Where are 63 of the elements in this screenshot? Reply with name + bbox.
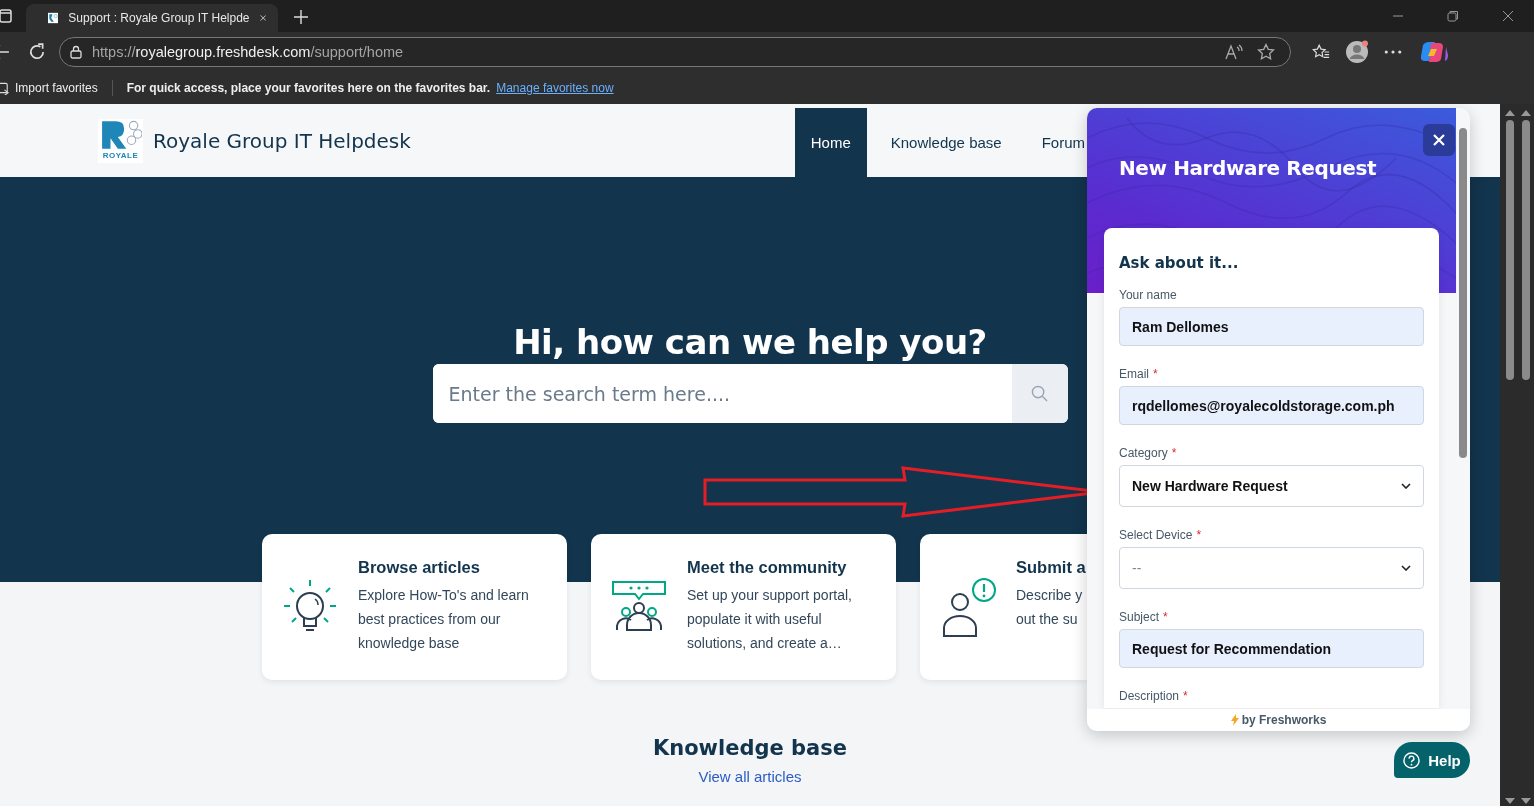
card-description: Describe y out the su — [1016, 586, 1083, 629]
site-logo-icon — [48, 10, 59, 26]
view-all-link[interactable]: View all articles — [698, 768, 802, 785]
card-title: Submit a — [1016, 558, 1086, 577]
powered-by-text: by Freshworks — [1241, 713, 1327, 727]
dropdown-field[interactable]: New Hardware Request — [1119, 465, 1424, 507]
card-description: Set up your support portal, populate it with useful solutions, and create a… — [687, 586, 852, 653]
refresh-icon[interactable] — [28, 43, 46, 61]
close-icon[interactable] — [1502, 10, 1514, 22]
required-mark: * — [1183, 689, 1188, 703]
hero-heading: Hi, how can we help you? — [513, 322, 987, 362]
feature-card[interactable]: Browse articles Explore How-To's and learn best practices from our knowledge base — [262, 534, 567, 680]
field-label: Your name — [1119, 288, 1177, 302]
help-button[interactable]: Help — [1394, 742, 1470, 778]
text-field[interactable]: Ram Dellomes — [1119, 307, 1424, 346]
profile-avatar-icon[interactable] — [1345, 40, 1369, 64]
field-label: Description — [1119, 689, 1180, 703]
text-field[interactable]: Request for Recommendation — [1119, 629, 1424, 668]
feature-card[interactable]: Submit a Describe y out the su — [920, 534, 1087, 680]
royale-logo[interactable]: ROYALE — [98, 118, 143, 163]
required-mark: * — [1196, 528, 1202, 542]
dropdown-field[interactable]: -- — [1119, 547, 1424, 589]
widget-title: New Hardware Request — [1119, 156, 1377, 180]
star-icon[interactable] — [1257, 43, 1275, 61]
nav-tab[interactable]: Home — [794, 108, 867, 177]
import-favorites-link[interactable]: Import favorites — [15, 81, 98, 95]
form-title: Ask about it... — [1119, 254, 1240, 272]
field-label: Category — [1119, 446, 1168, 460]
url-text: https://royalegroup.freshdesk.com/support/home — [92, 44, 404, 60]
favorites-icon[interactable] — [1312, 43, 1330, 61]
favorites-hint-text: For quick access, place your favorites here on the favorites bar. — [126, 81, 491, 95]
bolt-icon — [1230, 714, 1239, 726]
text-field[interactable]: rqdellomes@royalecoldstorage.com.ph — [1119, 386, 1424, 425]
field-label: Subject — [1119, 610, 1160, 624]
copilot-icon[interactable] — [1419, 41, 1449, 63]
required-mark: * — [1163, 610, 1168, 624]
tab-actions-icon[interactable] — [0, 9, 12, 23]
required-mark: * — [1171, 446, 1177, 460]
feature-card[interactable]: Meet the community Set up your support portal, populate it with useful solutions, and create a… — [591, 534, 896, 680]
import-icon — [0, 81, 10, 95]
card-description: Explore How-To's and learn best practices from our knowledge base — [358, 586, 529, 653]
section-heading: Knowledge base — [652, 736, 848, 760]
close-button[interactable] — [1423, 124, 1455, 156]
restore-icon[interactable] — [1447, 10, 1459, 22]
card-title: Meet the community — [687, 558, 847, 577]
lock-icon — [70, 45, 82, 59]
address-bar[interactable]: https://royalegroup.freshdesk.com/support/home — [59, 37, 1291, 67]
required-mark: * — [1153, 367, 1158, 381]
field-label: Select Device — [1119, 528, 1193, 542]
site-title[interactable]: Royale Group IT Helpdesk — [153, 128, 411, 153]
help-icon[interactable] — [1403, 751, 1421, 769]
close-icon[interactable] — [259, 13, 266, 23]
browser-tab[interactable]: Support : Royale Group IT Helpde — [26, 4, 278, 32]
card-title: Browse articles — [358, 558, 480, 577]
chevron-down-icon[interactable] — [1401, 483, 1411, 489]
nav-tab[interactable]: Knowledge base — [874, 108, 1018, 177]
person-alert-icon — [940, 578, 996, 638]
read-aloud-icon[interactable] — [1225, 43, 1243, 61]
field-label: Email — [1119, 367, 1149, 381]
nav-tab[interactable]: Forum — [1025, 108, 1085, 177]
new-tab-icon[interactable] — [294, 10, 308, 24]
manage-favorites-link[interactable]: Manage favorites now — [496, 81, 614, 95]
chevron-down-icon[interactable] — [1401, 565, 1411, 571]
